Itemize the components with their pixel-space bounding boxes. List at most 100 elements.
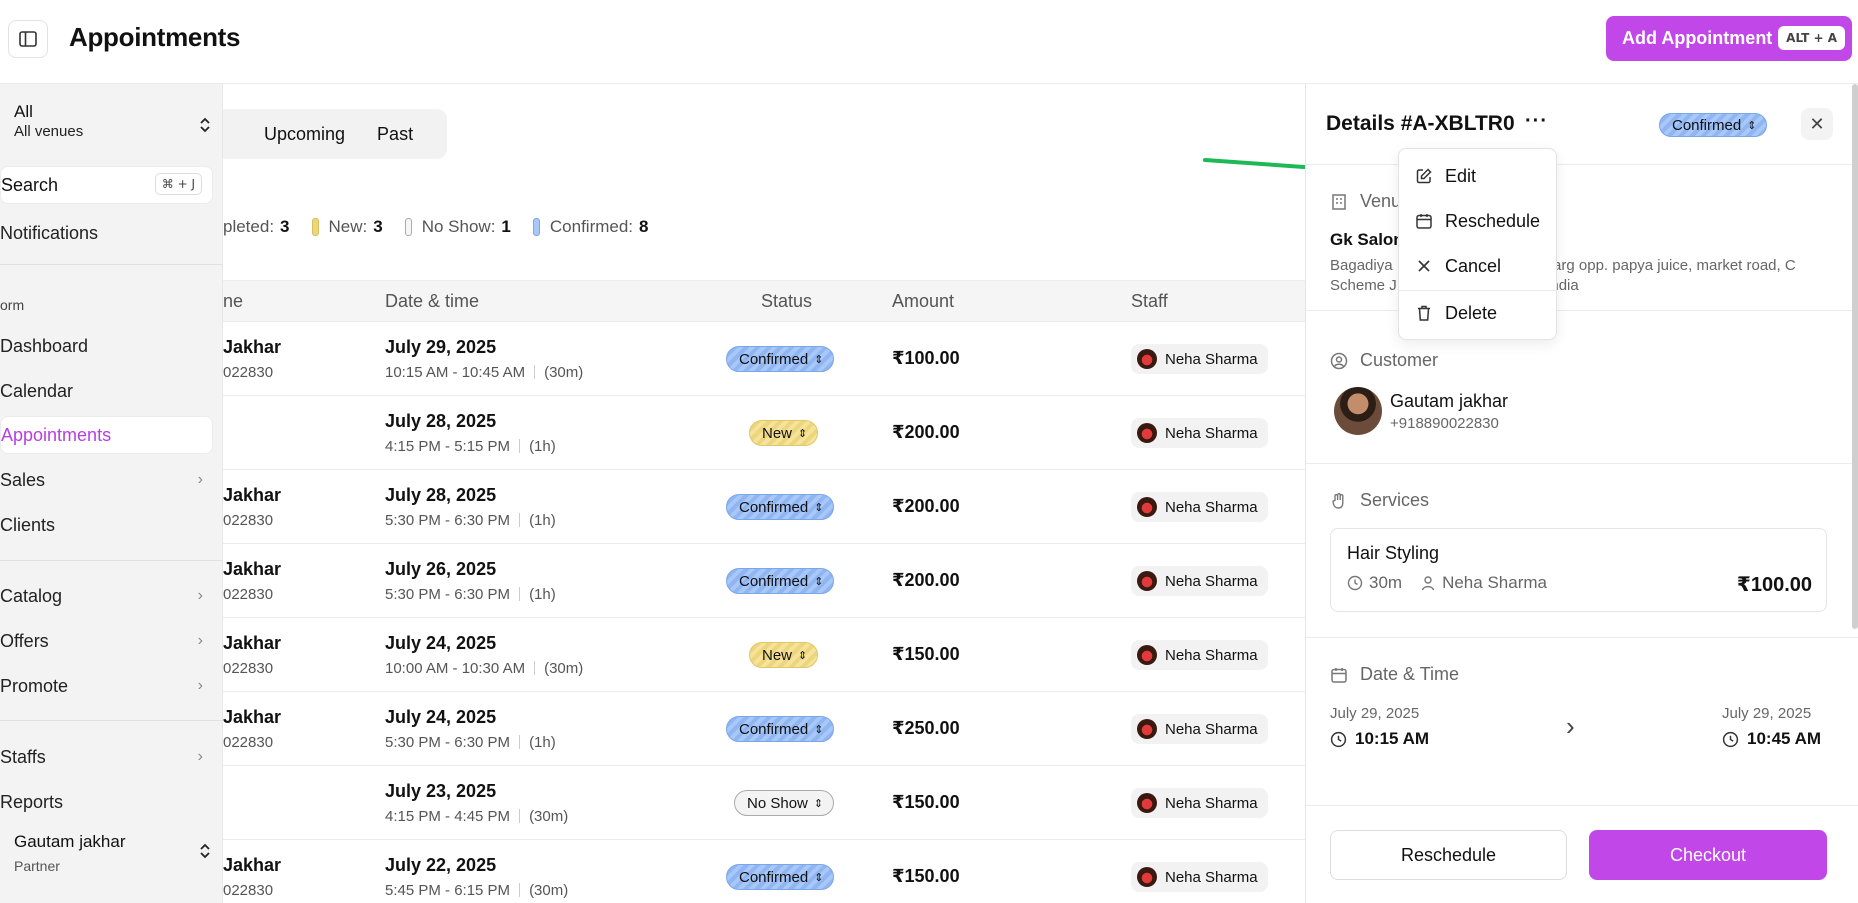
table-row[interactable]: July 23, 2025 4:15 PM - 4:45 PM (30m) No Sh… [223,766,1305,840]
table-row[interactable]: Jakhar 022830 July 24, 2025 5:30 PM - 6:30 … [223,692,1305,766]
sidebar-item-dashboard[interactable]: Dashboard [0,327,213,365]
calendar-icon [1331,667,1347,683]
column-header-name[interactable]: ne [223,291,243,312]
venue-address-line1-left: Bagadiya [1330,257,1393,274]
clock-icon [1347,575,1363,591]
status-badge[interactable]: Confirmed ⇕ [726,716,835,742]
appointment-details-panel: Details #A-XBLTR0 ··· Confirmed ⇕ ✕ Venu … [1305,84,1858,903]
x-icon [1418,260,1430,272]
menu-item-edit[interactable]: Edit [1399,154,1558,198]
menu-item-cancel[interactable]: Cancel [1399,244,1558,288]
staff-chip[interactable]: Neha Sharma [1131,640,1268,670]
status-badge[interactable]: Confirmed ⇕ [726,346,835,372]
staff-chip[interactable]: Neha Sharma [1131,492,1268,522]
datetime-cell: July 24, 2025 5:30 PM - 6:30 PM (1h) [385,707,556,751]
customer-name[interactable]: Gautam jakhar [1390,391,1508,412]
service-card[interactable]: Hair Styling 30m Neha Sharma ₹100.00 [1330,528,1827,612]
status-badge[interactable]: No Show ⇕ [734,790,835,816]
table-row[interactable]: July 28, 2025 4:15 PM - 5:15 PM (1h) New ⇕ ₹2… [223,396,1305,470]
status-label: Confirmed [739,720,809,738]
end-time: 10:45 AM [1722,729,1821,749]
sidebar-item-sales[interactable]: Sales › [0,461,213,499]
more-options-button[interactable]: ··· [1525,110,1548,133]
stat-label: Confirmed: [549,217,634,236]
close-panel-button[interactable]: ✕ [1801,108,1833,140]
appointment-date: July 24, 2025 [385,707,497,727]
chevron-right-icon: › [197,471,203,488]
sidebar-item-promote[interactable]: Promote › [0,667,213,705]
end-date: July 29, 2025 [1722,705,1812,722]
client-name: Jakhar [223,707,282,727]
venue-address-line2-left: Scheme J [1330,277,1397,294]
separator [519,809,521,823]
sidebar-item-staffs[interactable]: Staffs › [0,738,213,776]
start-date: July 29, 2025 [1330,705,1420,722]
stat-completed: pleted: 3 [223,217,290,237]
column-header-datetime[interactable]: Date & time [385,291,479,312]
top-bar: Appointments Add Appointment ALT + A [0,0,1858,84]
add-appointment-shortcut: ALT + A [1778,26,1845,50]
table-row[interactable]: Jakhar 022830 July 28, 2025 5:30 PM - 6:30 … [223,470,1305,544]
table-row[interactable]: Jakhar 022830 July 26, 2025 5:30 PM - 6:30 … [223,544,1305,618]
chevron-up-down-icon: ⇕ [814,723,824,736]
duration: (30m) [544,364,584,381]
sidebar-item-appointments[interactable]: Appointments [0,416,213,454]
sidebar-search[interactable]: Search ⌘ + J [0,166,213,204]
staff-name: Neha Sharma [1165,498,1258,516]
hand-icon [1332,492,1344,509]
table-row[interactable]: Jakhar 022830 July 24, 2025 10:00 AM - 10:3… [223,618,1305,692]
add-appointment-button[interactable]: Add Appointment ALT + A [1606,16,1852,61]
details-status-badge[interactable]: Confirmed ⇕ [1659,113,1768,137]
sidebar-item-catalog[interactable]: Catalog › [0,577,213,615]
appointment-time: 5:30 PM - 6:30 PM (1h) [385,586,556,603]
column-header-status[interactable]: Status [761,291,812,312]
checkout-button[interactable]: Checkout [1589,830,1827,880]
client-name: Jakhar [223,485,282,505]
client-phone: 022830 [223,364,274,381]
sidebar-item-clients[interactable]: Clients [0,506,213,544]
reschedule-button[interactable]: Reschedule [1330,830,1567,880]
sidebar-item-calendar[interactable]: Calendar [0,372,213,410]
sidebar-item-label: Dashboard [0,335,89,356]
staff-chip[interactable]: Neha Sharma [1131,714,1268,744]
sidebar-item-reports[interactable]: Reports [0,783,213,821]
client-cell: Jakhar 022830 [223,559,281,603]
separator [534,661,536,675]
stat-swatch [404,218,412,236]
status-badge[interactable]: New ⇕ [749,420,819,446]
table-row[interactable]: Jakhar 022830 July 22, 2025 5:45 PM - 6:15 … [223,840,1305,903]
staff-chip[interactable]: Neha Sharma [1131,418,1268,448]
tab-upcoming[interactable]: Upcoming [248,124,361,145]
sidebar-toggle-button[interactable] [8,20,48,58]
status-badge[interactable]: Confirmed ⇕ [726,494,835,520]
menu-item-delete[interactable]: Delete [1399,291,1558,335]
time-range: 10:15 AM - 10:45 AM [385,364,526,381]
status-badge[interactable]: Confirmed ⇕ [726,864,835,890]
column-header-staff[interactable]: Staff [1131,291,1168,312]
table-row[interactable]: Jakhar 022830 July 29, 2025 10:15 AM - 10:4… [223,322,1305,396]
staff-name: Neha Sharma [1165,572,1258,590]
staff-chip[interactable]: Neha Sharma [1131,344,1268,374]
user-menu[interactable]: Gautam jakhar Partner [0,822,223,892]
client-phone: 022830 [223,734,274,751]
customer-avatar [1334,387,1382,435]
sidebar-item-offers[interactable]: Offers › [0,622,213,660]
panel-scrollbar[interactable] [1852,84,1858,629]
user-role: Partner [14,858,60,874]
staff-chip[interactable]: Neha Sharma [1131,788,1268,818]
column-header-amount[interactable]: Amount [892,291,954,312]
venue-selector[interactable]: All All venues [0,92,223,148]
menu-item-reschedule[interactable]: Reschedule [1399,199,1558,243]
sidebar-item-notifications[interactable]: Notifications [0,214,213,252]
appointment-time: 4:15 PM - 5:15 PM (1h) [385,438,556,455]
status-badge[interactable]: Confirmed ⇕ [726,568,835,594]
close-icon: ✕ [1809,113,1825,134]
services-heading: Services [1330,490,1429,511]
datetime-cell: July 22, 2025 5:45 PM - 6:15 PM (30m) [385,855,568,899]
staff-name: Neha Sharma [1165,646,1258,664]
tab-past[interactable]: Past [361,124,429,145]
staff-chip[interactable]: Neha Sharma [1131,566,1268,596]
amount: ₹100.00 [892,348,960,368]
staff-chip[interactable]: Neha Sharma [1131,862,1268,892]
status-badge[interactable]: New ⇕ [749,642,819,668]
